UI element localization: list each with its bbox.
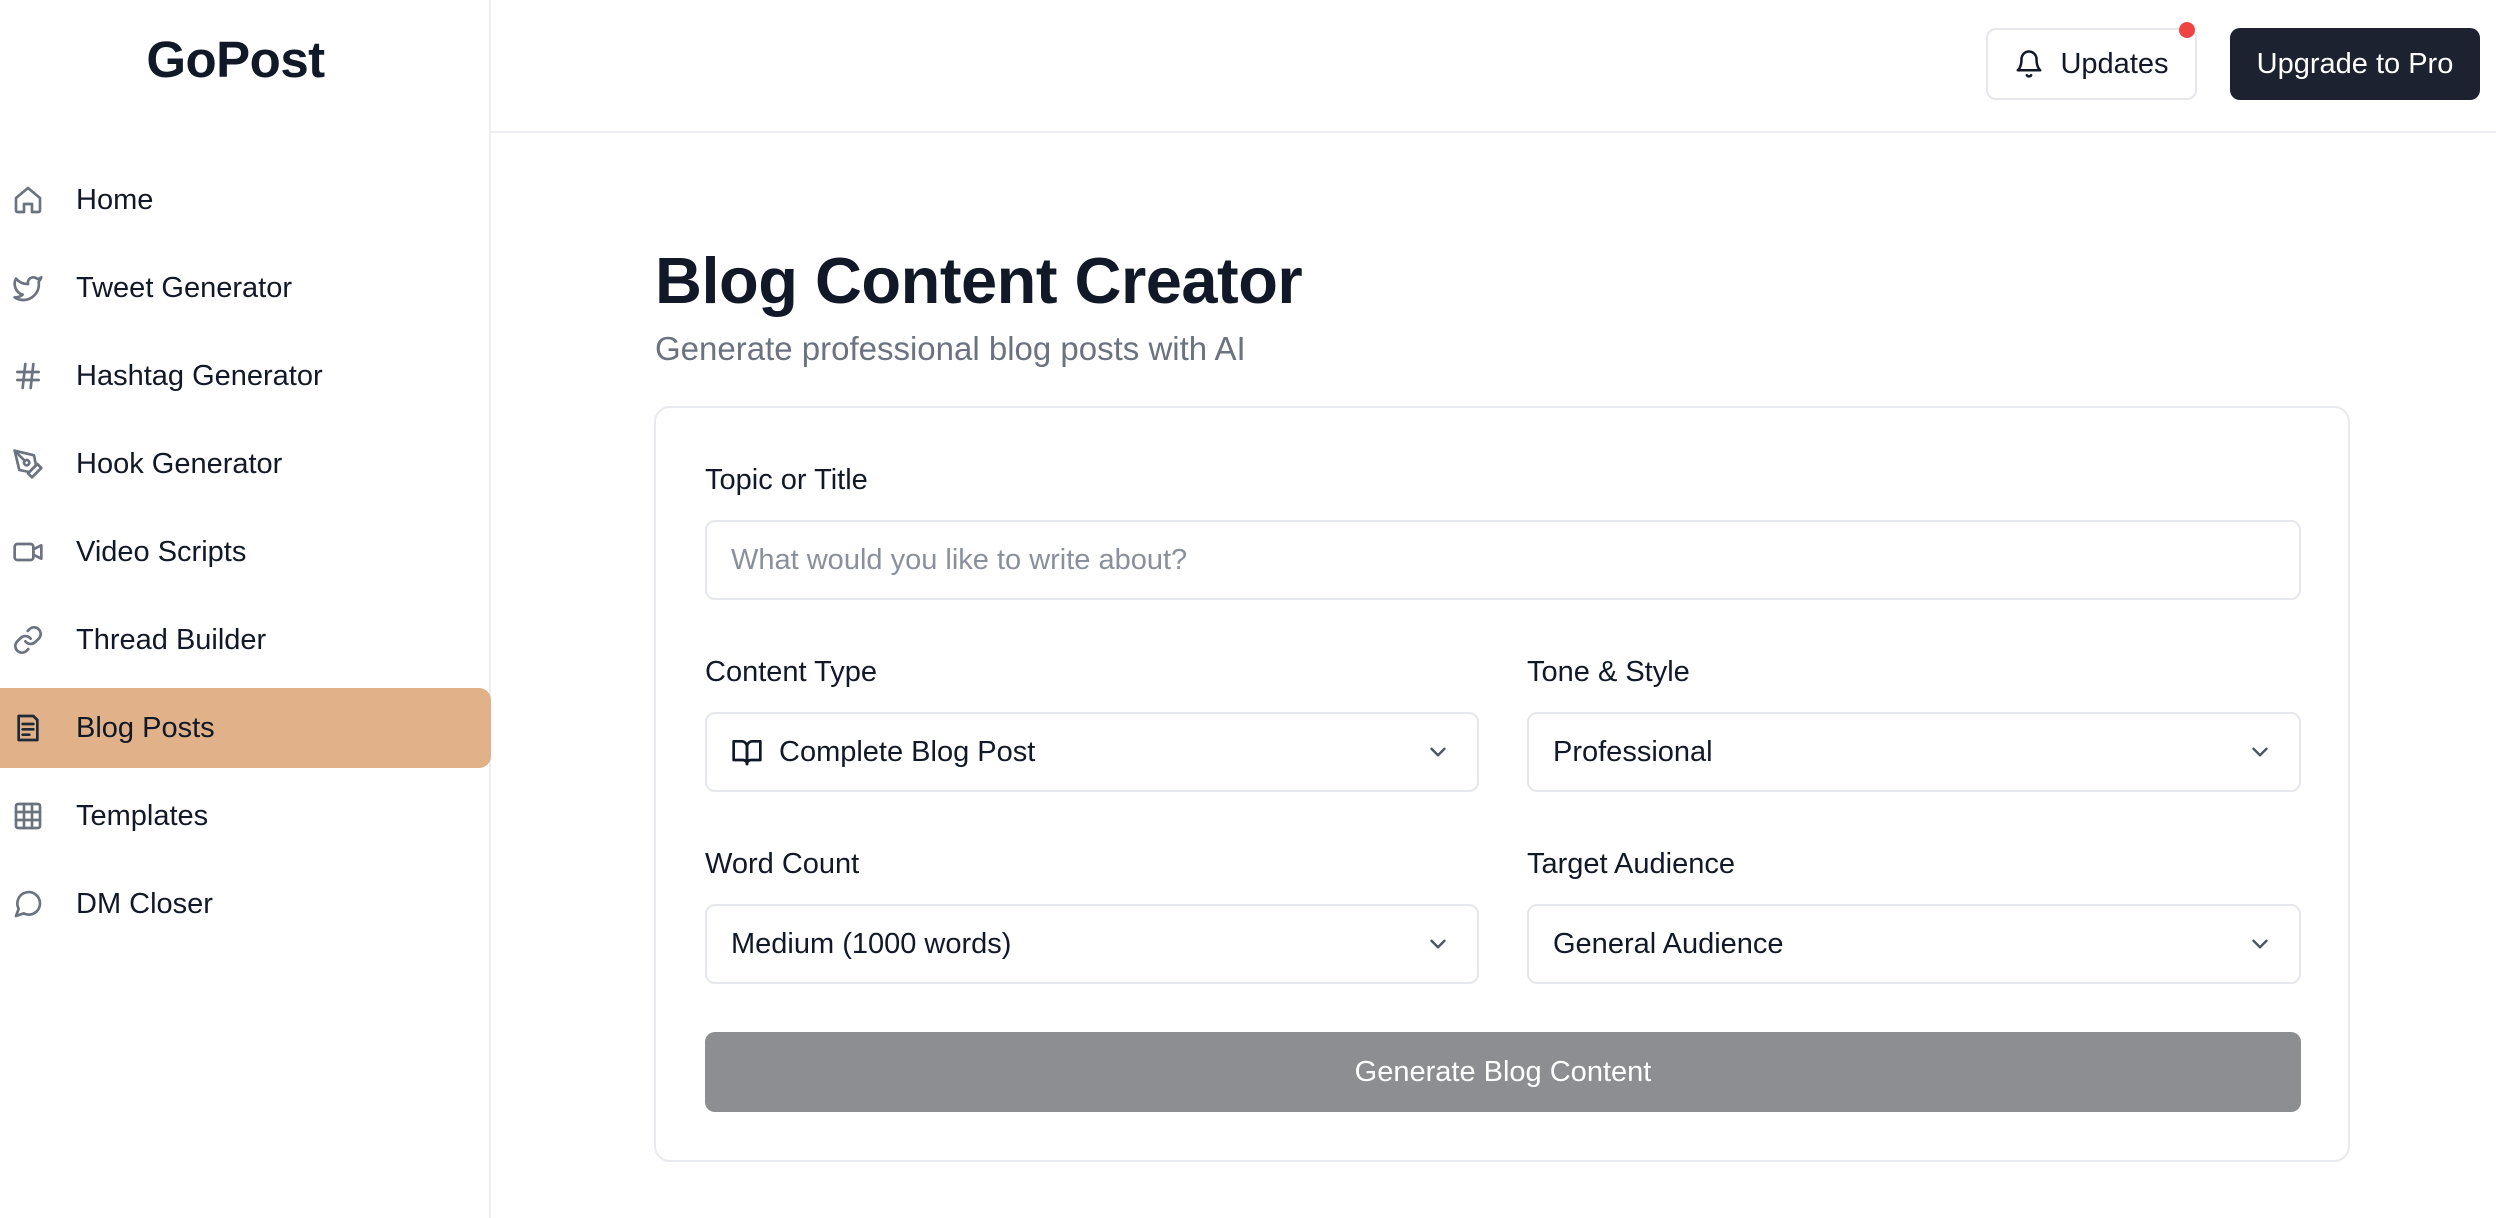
sidebar-item-label: Templates [76, 799, 209, 832]
notification-dot [2179, 22, 2195, 38]
sidebar-nav: Home Tweet Generator Hashtag Generator H… [0, 160, 491, 952]
message-circle-icon [12, 888, 44, 920]
sidebar-item-video-scripts[interactable]: Video Scripts [0, 512, 491, 592]
tone-style-label: Tone & Style [1527, 656, 1690, 688]
sidebar-item-hook-generator[interactable]: Hook Generator [0, 424, 491, 504]
grid-icon [12, 800, 44, 832]
link-icon [12, 624, 44, 656]
tone-style-value: Professional [1553, 735, 1713, 768]
upgrade-to-pro-button[interactable]: Upgrade to Pro [2230, 28, 2480, 100]
sidebar-item-hashtag-generator[interactable]: Hashtag Generator [0, 336, 491, 416]
page-title: Blog Content Creator [655, 244, 1303, 317]
target-audience-value: General Audience [1553, 927, 1784, 960]
book-open-icon [731, 736, 763, 768]
brand-logo[interactable]: GoPost [0, 30, 471, 89]
page-subtitle: Generate professional blog posts with AI [655, 330, 1246, 367]
sidebar-item-label: DM Closer [76, 887, 213, 920]
topic-label: Topic or Title [705, 464, 868, 496]
chevron-down-icon [1425, 739, 1451, 765]
sidebar-item-label: Thread Builder [76, 623, 267, 656]
word-count-label: Word Count [705, 848, 860, 880]
blog-form-card: Topic or Title Content Type Complete Blo… [654, 406, 2350, 1162]
sidebar-item-label: Blog Posts [76, 711, 215, 744]
sidebar-item-label: Home [76, 183, 154, 216]
chevron-down-icon [2247, 739, 2273, 765]
top-bar: Updates Upgrade to Pro [491, 0, 2496, 133]
content-type-select[interactable]: Complete Blog Post [705, 712, 1479, 792]
sidebar-item-blog-posts[interactable]: Blog Posts [0, 688, 491, 768]
sidebar-item-label: Video Scripts [76, 535, 247, 568]
target-audience-label: Target Audience [1527, 848, 1735, 880]
pen-tool-icon [12, 448, 44, 480]
updates-button[interactable]: Updates [1986, 22, 2197, 100]
hash-icon [12, 360, 44, 392]
target-audience-select[interactable]: General Audience [1527, 904, 2301, 984]
sidebar-item-dm-closer[interactable]: DM Closer [0, 864, 491, 944]
word-count-select[interactable]: Medium (1000 words) [705, 904, 1479, 984]
word-count-value: Medium (1000 words) [731, 927, 1012, 960]
sidebar-item-thread-builder[interactable]: Thread Builder [0, 600, 491, 680]
chevron-down-icon [2247, 931, 2273, 957]
document-icon [12, 712, 44, 744]
sidebar-item-label: Tweet Generator [76, 271, 292, 304]
sidebar-item-home[interactable]: Home [0, 160, 491, 240]
sidebar-item-label: Hashtag Generator [76, 359, 323, 392]
tone-style-select[interactable]: Professional [1527, 712, 2301, 792]
chevron-down-icon [1425, 931, 1451, 957]
sidebar-item-label: Hook Generator [76, 447, 283, 480]
content-type-label: Content Type [705, 656, 877, 688]
sidebar: GoPost Home Tweet Generator Hashtag Gene… [0, 0, 491, 1218]
updates-label: Updates [2060, 47, 2169, 80]
generate-blog-content-button[interactable]: Generate Blog Content [705, 1032, 2301, 1112]
sidebar-item-tweet-generator[interactable]: Tweet Generator [0, 248, 491, 328]
bell-icon [2014, 49, 2044, 79]
home-icon [12, 184, 44, 216]
sidebar-item-templates[interactable]: Templates [0, 776, 491, 856]
twitter-icon [12, 272, 44, 304]
topic-input[interactable] [705, 520, 2301, 600]
video-icon [12, 536, 44, 568]
content-type-value: Complete Blog Post [779, 735, 1036, 768]
